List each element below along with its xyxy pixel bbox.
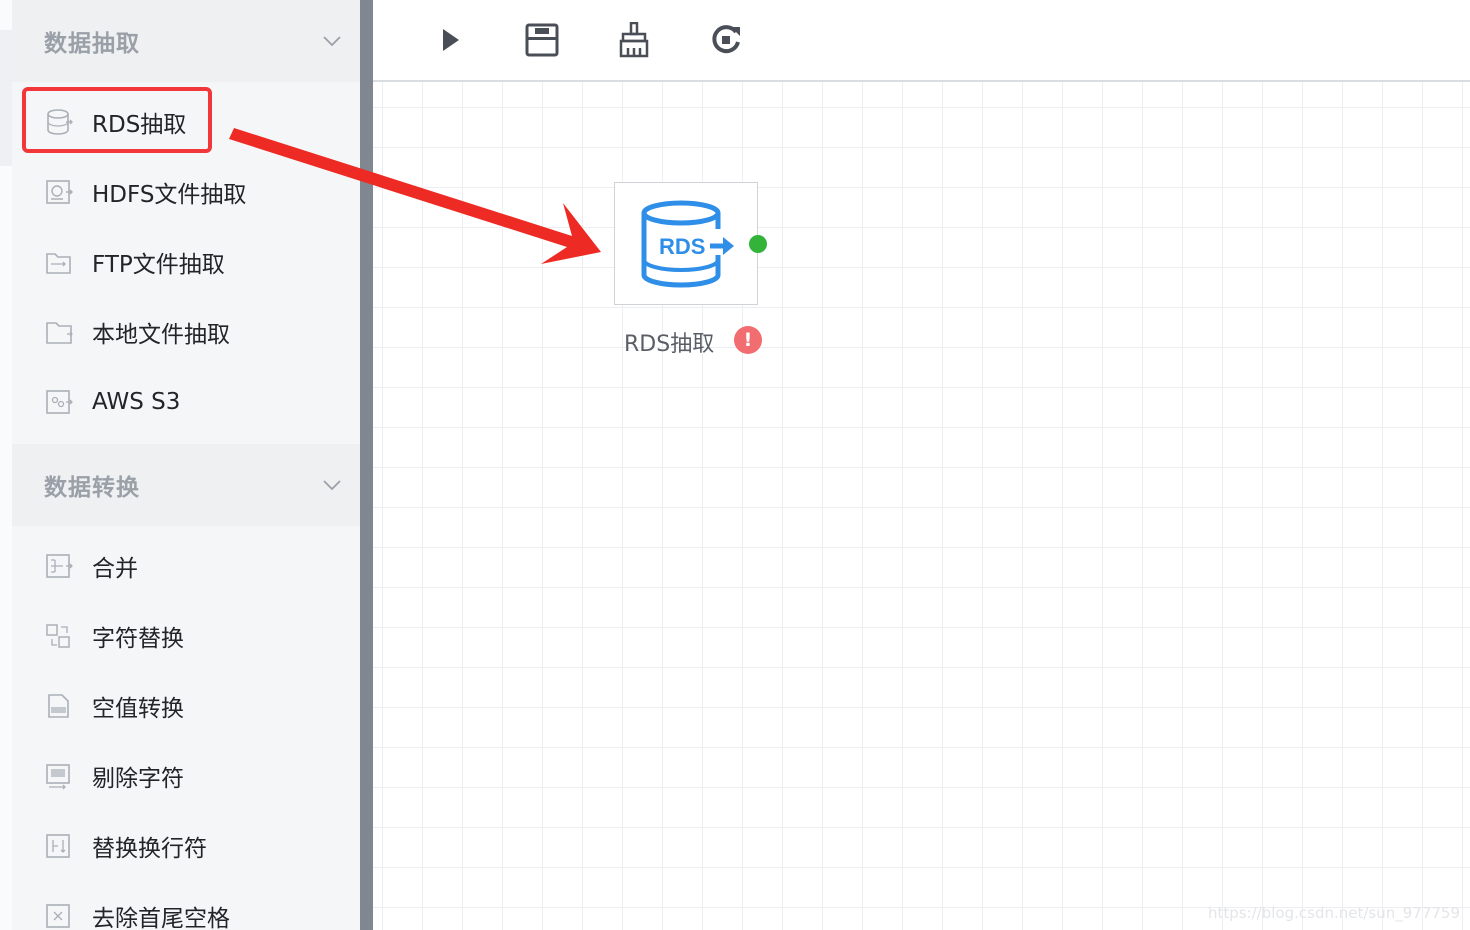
sidebar-item-trim[interactable]: 去除首尾空格 — [12, 881, 360, 930]
sidebar-item-label: 替换换行符 — [92, 836, 207, 862]
sidebar-item-merge[interactable]: 合并 — [12, 531, 360, 601]
warning-icon[interactable]: ! — [734, 326, 762, 354]
sidebar-item-label: 去除首尾空格 — [92, 906, 230, 930]
refresh-button[interactable] — [706, 20, 746, 60]
hdfs-icon — [46, 180, 73, 204]
null-convert-icon — [48, 694, 69, 718]
group-title: 数据抽取 — [44, 31, 140, 57]
ftp-icon — [46, 253, 71, 274]
left-edge — [0, 0, 12, 930]
sidebar-item-newline-replace[interactable]: 替换换行符 — [12, 811, 360, 881]
rds-node[interactable]: RDS — [614, 182, 758, 305]
chevron-down-icon[interactable] — [322, 475, 342, 495]
output-port[interactable] — [749, 235, 767, 253]
folder-icon — [46, 322, 73, 344]
s3-icon — [46, 390, 73, 414]
sidebar-item-hdfs[interactable]: HDFS文件抽取 — [12, 157, 360, 227]
sidebar-item-label: 合并 — [92, 556, 138, 582]
sidebar-item-label: 空值转换 — [92, 696, 184, 722]
play-icon — [443, 29, 459, 51]
group-title: 数据转换 — [44, 475, 140, 501]
remove-char-icon — [46, 764, 70, 790]
refresh-icon — [712, 25, 740, 54]
sidebar-item-local-file[interactable]: 本地文件抽取 — [12, 297, 360, 367]
sidebar-item-label: 本地文件抽取 — [92, 322, 230, 348]
sidebar-item-label: 字符替换 — [92, 626, 184, 652]
sidebar-item-ftp[interactable]: FTP文件抽取 — [12, 227, 360, 297]
rds-node-icon-text: RDS — [659, 234, 705, 259]
save-icon — [525, 23, 559, 57]
clean-icon — [619, 22, 649, 58]
component-sidebar: 数据抽取 RDS抽取 HDFS文件抽取 FTP文件抽取 本地文件抽取 AWS S… — [12, 0, 360, 930]
sidebar-item-label: RDS抽取 — [92, 112, 187, 138]
sidebar-item-label: HDFS文件抽取 — [92, 182, 247, 208]
toolbar — [373, 0, 1470, 82]
sidebar-item-label: FTP文件抽取 — [92, 252, 225, 278]
save-button[interactable] — [522, 20, 562, 60]
trim-icon — [46, 904, 70, 928]
rds-database-icon: RDS — [641, 200, 734, 288]
sidebar-item-rds[interactable]: RDS抽取 — [12, 87, 360, 157]
watermark: https://blog.csdn.net/sun_977759 — [1207, 904, 1460, 922]
sidebar-item-label: 剔除字符 — [92, 766, 184, 792]
sidebar-item-aws-s3[interactable]: AWS S3 — [12, 367, 360, 437]
chevron-down-icon[interactable] — [322, 31, 342, 51]
sidebar-item-null-convert[interactable]: 空值转换 — [12, 671, 360, 741]
sidebar-item-char-replace[interactable]: 字符替换 — [12, 601, 360, 671]
run-button[interactable] — [431, 20, 471, 60]
sidebar-item-label: AWS S3 — [92, 389, 181, 415]
group-header-transform[interactable]: 数据转换 — [12, 444, 360, 526]
rds-icon — [47, 109, 73, 135]
sidebar-item-remove-char[interactable]: 剔除字符 — [12, 741, 360, 811]
left-edge-active-marker — [0, 30, 12, 166]
workflow-canvas[interactable] — [373, 82, 1470, 930]
replace-icon — [46, 624, 70, 648]
sidebar-divider[interactable] — [360, 0, 373, 930]
merge-icon — [46, 554, 73, 578]
node-label: RDS抽取 — [624, 332, 715, 357]
newline-icon — [46, 834, 70, 858]
group-header-extract[interactable]: 数据抽取 — [12, 0, 360, 82]
clear-button[interactable] — [614, 20, 654, 60]
